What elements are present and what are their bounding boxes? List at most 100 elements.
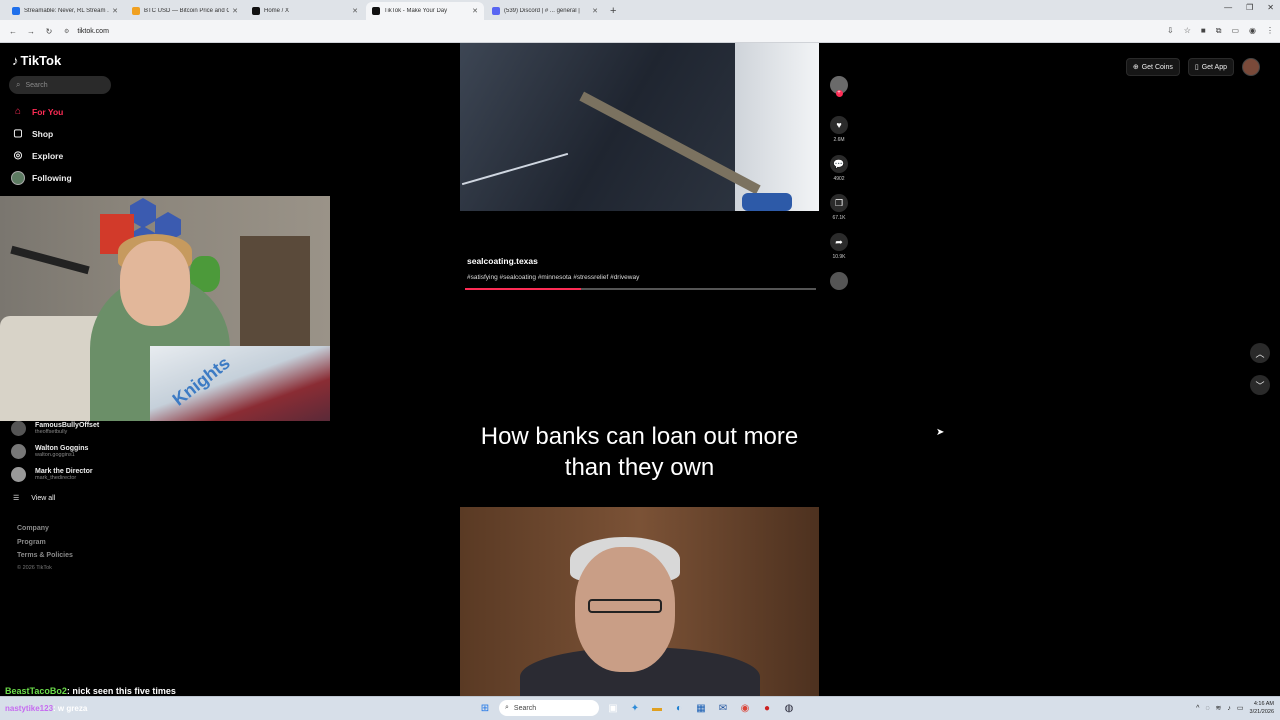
chevron-up-icon[interactable]: ^ xyxy=(1196,705,1199,712)
profile-avatar[interactable] xyxy=(1242,58,1260,76)
tab-close-icon[interactable]: ✕ xyxy=(112,7,118,15)
get-coins-label: Get Coins xyxy=(1141,63,1173,71)
reload-icon[interactable]: ↻ xyxy=(42,27,56,36)
copilot-icon[interactable]: ✦ xyxy=(627,700,643,716)
site-info-icon[interactable]: ⚙ xyxy=(64,28,69,35)
browser-tab-active[interactable]: TikTok - Make Your Day ✕ xyxy=(366,2,484,20)
footer-terms-link[interactable]: Terms & Policies xyxy=(17,552,73,559)
video-progress-fill xyxy=(465,288,581,290)
search-icon: ⌕ xyxy=(505,704,509,711)
mouse-cursor-icon: ➤ xyxy=(936,427,945,438)
tab-title: (539) Discord | # ... general | xyxy=(504,8,580,14)
tab-favicon-icon xyxy=(12,7,20,15)
video-author[interactable]: sealcoating.texas xyxy=(467,256,538,266)
chrome-icon[interactable]: ◉ xyxy=(737,700,753,716)
bookmark-star-icon[interactable]: ☆ xyxy=(1184,26,1191,36)
chat-text: : nick seen this five times xyxy=(66,686,176,696)
clock[interactable]: 4:16 AM 3/21/2026 xyxy=(1250,700,1274,716)
address-bar: ← → ↻ ⚙ tiktok.com ⇩ ☆ ■ ⧉ ▭ ◉ ⋮ xyxy=(0,20,1280,43)
file-explorer-icon[interactable]: ▬ xyxy=(649,700,665,716)
footer-company-link[interactable]: Company xyxy=(17,525,49,532)
get-app-label: Get App xyxy=(1201,63,1227,71)
video-player[interactable] xyxy=(460,507,819,696)
scroll-down-button[interactable]: ﹀ xyxy=(1250,375,1270,395)
comment-button[interactable]: 💬 4902 xyxy=(826,155,852,182)
avatar xyxy=(11,444,26,459)
scroll-up-button[interactable]: ︿ xyxy=(1250,343,1270,363)
mail-icon[interactable]: ✉ xyxy=(715,700,731,716)
nav-explore[interactable]: ◎ Explore xyxy=(11,150,64,161)
url-field[interactable]: tiktok.com xyxy=(77,28,109,35)
close-window-icon[interactable]: ✕ xyxy=(1267,3,1274,12)
edge-icon[interactable]: ◐ xyxy=(671,700,687,716)
video-player[interactable] xyxy=(460,43,819,211)
author-avatar-button[interactable]: + xyxy=(826,76,852,97)
tiktok-page: ♪ TikTok ⌕ Search ⌂ For You ▢ Shop ◎ Exp… xyxy=(0,43,1280,696)
account-name: FamousBullyOffset xyxy=(35,422,100,429)
follow-plus-icon[interactable]: + xyxy=(835,90,843,97)
wifi-icon[interactable]: ≋ xyxy=(1216,704,1222,712)
like-count: 2.6M xyxy=(833,137,845,143)
battery-icon[interactable]: ▭ xyxy=(1237,704,1244,712)
chevron-up-icon: ︿ xyxy=(1255,348,1265,359)
following-account[interactable]: Walton Goggins walton.goggins1 xyxy=(11,444,88,459)
forward-icon[interactable]: → xyxy=(24,27,38,36)
install-icon[interactable]: ⇩ xyxy=(1167,26,1174,36)
clock-time: 4:16 AM xyxy=(1253,701,1274,707)
maximize-icon[interactable]: ❐ xyxy=(1246,3,1253,12)
steam-icon[interactable]: ◍ xyxy=(781,700,797,716)
search-input[interactable]: ⌕ Search xyxy=(9,76,111,94)
browser-tab[interactable]: Streamable: Never, RL Stream ... ✕ xyxy=(6,2,124,20)
comment-count: 4902 xyxy=(833,176,845,182)
browser-tab[interactable]: Home / X ✕ xyxy=(246,2,364,20)
tab-close-icon[interactable]: ✕ xyxy=(472,7,478,15)
video-progress-bar[interactable] xyxy=(465,288,816,290)
nav-following[interactable]: Following xyxy=(11,171,72,185)
account-name: Walton Goggins xyxy=(35,445,89,452)
list-icon: ☰ xyxy=(13,495,20,502)
browser-tab[interactable]: BTC USD — Bitcoin Price and C... ✕ xyxy=(126,2,244,20)
chat-text: : w greza xyxy=(53,704,88,713)
nav-shop[interactable]: ▢ Shop xyxy=(11,128,53,139)
new-tab-button[interactable]: + xyxy=(610,2,616,20)
nav-label: Following xyxy=(32,173,72,183)
following-account[interactable]: Mark the Director mark_thedirector xyxy=(11,467,93,482)
account-name: Mark the Director xyxy=(35,468,93,475)
back-icon[interactable]: ← xyxy=(6,27,20,36)
tiktok-logo[interactable]: ♪ TikTok xyxy=(12,53,61,68)
footer-program-link[interactable]: Program xyxy=(17,539,46,546)
tab-close-icon[interactable]: ✕ xyxy=(352,7,358,15)
view-all-button[interactable]: ☰ View all xyxy=(13,494,56,503)
profile-icon[interactable]: ◉ xyxy=(1249,26,1256,36)
windows-start-icon[interactable]: ⊞ xyxy=(477,700,493,716)
video-hashtags[interactable]: #satisfying #sealcoating #minnesota #str… xyxy=(467,274,639,281)
volume-icon[interactable]: ♪ xyxy=(1227,705,1231,712)
share-button[interactable]: ➦ 10.9K xyxy=(826,233,852,260)
taskbar-search[interactable]: ⌕ Search xyxy=(499,700,599,716)
save-button[interactable]: ❒ 67.1K xyxy=(826,194,852,221)
view-all-label: View all xyxy=(31,494,56,502)
tab-title: BTC USD — Bitcoin Price and C... xyxy=(144,8,230,14)
tab-close-icon[interactable]: ✕ xyxy=(592,7,598,15)
account-handle: walton.goggins1 xyxy=(35,452,75,458)
nav-for-you[interactable]: ⌂ For You xyxy=(11,106,63,117)
sidebar-icon[interactable]: ▭ xyxy=(1231,26,1239,36)
task-view-icon[interactable]: ▣ xyxy=(605,700,621,716)
tab-close-icon[interactable]: ✕ xyxy=(232,7,238,15)
tab-title: Streamable: Never, RL Stream ... xyxy=(24,8,110,14)
minimize-icon[interactable]: — xyxy=(1224,3,1232,12)
sound-disc-button[interactable] xyxy=(826,272,852,290)
logo-text: TikTok xyxy=(20,53,62,68)
get-coins-button[interactable]: ⊕ Get Coins xyxy=(1125,58,1180,76)
browser-tab[interactable]: (539) Discord | # ... general | ✕ xyxy=(486,2,604,20)
following-avatar-icon xyxy=(11,171,25,185)
extension-icon[interactable]: ■ xyxy=(1201,26,1206,36)
get-app-button[interactable]: ▯ Get App xyxy=(1187,58,1234,76)
extensions-puzzle-icon[interactable]: ⧉ xyxy=(1216,26,1222,36)
store-icon[interactable]: ▦ xyxy=(693,700,709,716)
like-button[interactable]: ♥ 2.6M xyxy=(826,116,852,143)
menu-icon[interactable]: ⋮ xyxy=(1266,26,1274,36)
network-icon[interactable]: ◌ xyxy=(1205,705,1209,712)
following-account[interactable]: FamousBullyOffset theoffsetbully xyxy=(11,421,99,436)
app-icon[interactable]: ● xyxy=(759,700,775,716)
